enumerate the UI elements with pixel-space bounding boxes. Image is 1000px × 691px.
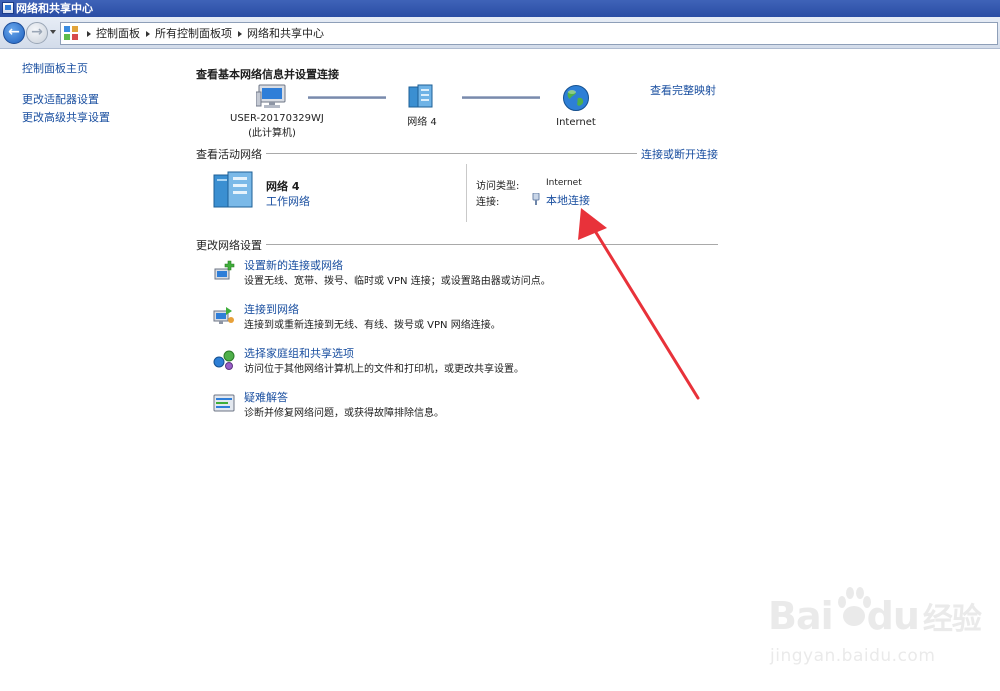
task-troubleshoot: 疑难解答 诊断并修复网络问题，或获得故障排除信息。 [212, 389, 712, 423]
new-connection-icon [214, 260, 235, 280]
connect-disconnect-link[interactable]: 连接或断开连接 [637, 146, 718, 162]
window-title: 网络和共享中心 [16, 2, 93, 15]
task-description: 诊断并修复网络问题，或获得故障排除信息。 [244, 408, 444, 419]
connections-label: 连接: [476, 197, 500, 208]
task-connect-network: 连接到网络 连接到或重新连接到无线、有线、拨号或 VPN 网络连接。 [212, 301, 712, 335]
task-description: 设置无线、宽带、拨号、临时或 VPN 连接；或设置路由器或访问点。 [244, 276, 551, 287]
history-dropdown-icon[interactable] [50, 30, 56, 34]
computer-icon [256, 84, 286, 108]
troubleshoot-icon [213, 394, 235, 412]
local-connection-link[interactable]: 本地连接 [546, 192, 590, 208]
network-type-link[interactable]: 工作网络 [266, 193, 310, 209]
change-adapter-settings-link[interactable]: 更改适配器设置 [22, 91, 99, 107]
map-internet-node[interactable]: Internet [546, 84, 606, 128]
troubleshoot-link[interactable]: 疑难解答 [244, 389, 288, 405]
watermark-brand: Bai du 经验 [768, 594, 982, 638]
breadcrumb: 控制面板 所有控制面板项 网络和共享中心 [85, 23, 324, 44]
task-setup-connection: 设置新的连接或网络 设置无线、宽带、拨号、临时或 VPN 连接；或设置路由器或访… [212, 257, 712, 291]
map-connector-line [462, 96, 540, 99]
change-settings-title: 更改网络设置 [196, 237, 266, 253]
internet-label: Internet [556, 117, 596, 128]
main-pane: 查看基本网络信息并设置连接 查看完整映射 USER-20170329WJ (此计… [196, 60, 718, 440]
computer-sub-label: (此计算机) [248, 128, 296, 139]
active-network-name: 网络 4 [266, 180, 300, 193]
forward-arrow-icon[interactable]: → [26, 22, 48, 44]
breadcrumb-separator-icon[interactable] [146, 30, 150, 37]
map-connector-line [308, 96, 386, 99]
homegroup-icon [213, 350, 235, 370]
active-networks-header: 查看活动网络 连接或断开连接 [196, 146, 718, 162]
globe-icon [563, 85, 589, 111]
baidu-watermark: Bai du 经验 jingyan.baidu.com [768, 587, 982, 678]
address-toolbar: ← → 控制面板 所有控制面板项 网络和共享中心 [0, 17, 1000, 49]
control-panel-home-link[interactable]: 控制面板主页 [22, 60, 88, 76]
address-field[interactable]: 控制面板 所有控制面板项 网络和共享中心 [60, 22, 998, 45]
change-settings-header: 更改网络设置 [196, 237, 718, 253]
connect-network-icon [213, 307, 234, 324]
back-arrow-icon[interactable]: ← [3, 22, 25, 44]
watermark-url: jingyan.baidu.com [770, 646, 936, 666]
breadcrumb-control-panel[interactable]: 控制面板 [96, 23, 140, 44]
baidu-paw-icon [838, 587, 871, 626]
task-homegroup: 选择家庭组和共享选项 访问位于其他网络计算机上的文件和打印机，或更改共享设置。 [212, 345, 712, 379]
control-panel-icon [64, 26, 79, 41]
task-description: 连接到或重新连接到无线、有线、拨号或 VPN 网络连接。 [244, 320, 501, 331]
task-description: 访问位于其他网络计算机上的文件和打印机，或更改共享设置。 [244, 364, 524, 375]
network-label: 网络 4 [407, 117, 437, 128]
map-network-node[interactable]: 网络 4 [392, 84, 452, 128]
ethernet-plug-icon [532, 193, 540, 205]
access-type-label: 访问类型: [476, 181, 520, 192]
change-advanced-sharing-link[interactable]: 更改高级共享设置 [22, 109, 110, 125]
vertical-divider [466, 164, 467, 222]
title-bar: 网络和共享中心 [0, 0, 1000, 17]
breadcrumb-separator-icon[interactable] [238, 30, 242, 37]
page-title: 查看基本网络信息并设置连接 [196, 68, 339, 81]
active-networks-title: 查看活动网络 [196, 146, 266, 162]
computer-name: USER-20170329WJ [230, 113, 324, 124]
breadcrumb-network-center[interactable]: 网络和共享中心 [247, 23, 324, 44]
connect-to-network-link[interactable]: 连接到网络 [244, 301, 299, 317]
work-network-icon[interactable] [212, 171, 258, 209]
network-sharing-center-window: 网络和共享中心 ← → 控制面板 所有控制面板项 网络和共享中心 控制面板主页 … [0, 0, 1000, 691]
setup-connection-link[interactable]: 设置新的连接或网络 [244, 257, 343, 273]
homegroup-sharing-link[interactable]: 选择家庭组和共享选项 [244, 345, 354, 361]
section-divider [196, 244, 718, 245]
network-center-icon [2, 2, 14, 14]
map-computer-node[interactable]: USER-20170329WJ (此计算机) [230, 84, 324, 139]
access-type-value: Internet [546, 178, 582, 188]
network-icon [408, 84, 433, 108]
view-full-map-link[interactable]: 查看完整映射 [650, 82, 716, 98]
breadcrumb-separator-icon[interactable] [87, 30, 91, 37]
breadcrumb-all-items[interactable]: 所有控制面板项 [155, 23, 232, 44]
